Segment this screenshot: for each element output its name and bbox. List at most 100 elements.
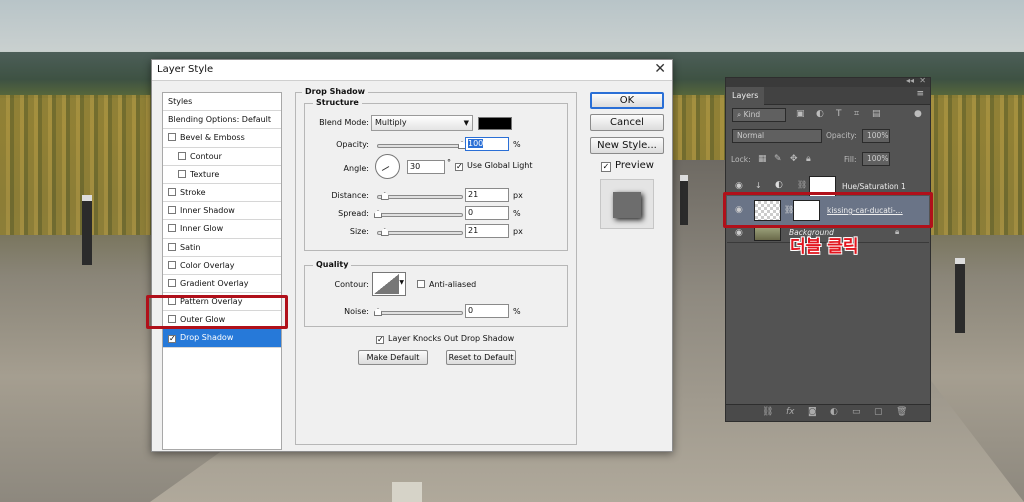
checkbox-icon[interactable] — [168, 187, 176, 196]
blend-mode-label: Blend Mode: — [319, 118, 369, 127]
spread-label: Spread: — [338, 209, 369, 218]
style-item-inner-glow[interactable]: Inner Glow — [163, 220, 281, 239]
knockout-checkbox[interactable]: ✓ Layer Knocks Out Drop Shadow — [376, 334, 514, 344]
opacity-value: 100 — [468, 139, 484, 148]
style-item-drop-shadow[interactable]: ✓ Drop Shadow — [163, 329, 281, 348]
kind-filter-select[interactable]: ⌕ Kind — [732, 108, 786, 122]
make-default-button[interactable]: Make Default — [358, 350, 428, 365]
checkbox-icon[interactable] — [178, 151, 186, 160]
reset-to-default-button[interactable]: Reset to Default — [446, 350, 516, 365]
filter-pixel-icon[interactable]: ▣ — [796, 109, 805, 119]
chevron-down-icon: ▼ — [463, 119, 469, 127]
noise-label: Noise: — [344, 307, 369, 316]
spread-slider[interactable] — [374, 210, 463, 218]
noise-slider[interactable] — [374, 308, 463, 316]
lane-marking — [392, 482, 422, 502]
styles-list: Styles Blending Options: Default Bevel &… — [162, 92, 282, 450]
blending-options-item[interactable]: Blending Options: Default — [163, 111, 281, 130]
layer-name[interactable]: Hue/Saturation 1 — [842, 182, 906, 191]
filter-smart-object-icon[interactable]: ▤ — [872, 109, 881, 119]
ok-button[interactable]: OK — [590, 92, 664, 109]
lock-position-icon[interactable]: ✥ — [790, 154, 798, 164]
blend-mode-dropdown[interactable]: Normal — [732, 129, 822, 143]
angle-dial[interactable] — [375, 154, 400, 179]
preview-checkbox[interactable]: ✓ Preview — [601, 160, 654, 172]
fill-input[interactable]: 100% — [862, 152, 890, 166]
checkbox-icon[interactable] — [168, 133, 176, 142]
slider-handle[interactable] — [380, 228, 389, 236]
shadow-color-swatch[interactable] — [478, 117, 512, 130]
lock-all-icon[interactable]: 🔒︎ — [806, 154, 811, 164]
checkbox-checked-icon[interactable]: ✓ — [168, 335, 176, 344]
delete-layer-icon[interactable]: 🗑︎ — [896, 407, 907, 417]
noise-input[interactable]: 0 — [465, 304, 509, 318]
filter-type-icon[interactable]: T — [836, 109, 842, 119]
slider-handle[interactable] — [374, 308, 382, 316]
filter-adjustment-icon[interactable]: ◐ — [816, 109, 824, 119]
checkbox-icon[interactable] — [417, 280, 425, 288]
highlight-box-layer — [723, 192, 933, 228]
anti-aliased-checkbox[interactable]: Anti-aliased — [417, 280, 476, 289]
styles-header[interactable]: Styles — [163, 93, 281, 112]
link-layers-icon[interactable]: ⛓︎ — [762, 407, 773, 417]
checkbox-icon[interactable] — [168, 206, 176, 215]
style-item-stroke[interactable]: Stroke — [163, 184, 281, 203]
slider-handle[interactable] — [380, 192, 389, 200]
filter-shape-icon[interactable]: ⌗ — [854, 109, 859, 119]
adjustment-layer-icon: ◐ — [775, 180, 783, 190]
distance-slider[interactable] — [377, 192, 463, 200]
style-item-texture[interactable]: Texture — [163, 166, 281, 184]
checkbox-icon[interactable] — [168, 260, 176, 269]
blend-mode-select[interactable]: Multiply ▼ — [371, 115, 473, 131]
new-layer-icon[interactable]: ▢ — [874, 407, 883, 417]
style-item-color-overlay[interactable]: Color Overlay — [163, 257, 281, 275]
size-input[interactable]: 21 — [465, 224, 509, 238]
filter-toggle-icon[interactable]: ● — [914, 109, 922, 119]
checkbox-icon[interactable] — [168, 224, 176, 233]
lock-image-icon[interactable]: ✎ — [774, 154, 782, 164]
chevron-down-icon: ▼ — [399, 279, 404, 286]
close-icon[interactable]: ✕ — [654, 61, 666, 77]
new-style-button[interactable]: New Style... — [590, 137, 664, 154]
angle-unit: ° — [447, 158, 451, 167]
slider-handle[interactable] — [374, 210, 382, 218]
checkbox-icon[interactable] — [178, 169, 186, 178]
collapse-icon[interactable]: ◂◂ — [906, 76, 914, 85]
new-adjustment-icon[interactable]: ◐ — [830, 407, 838, 417]
size-slider[interactable] — [377, 228, 463, 236]
style-item-label: Inner Shadow — [180, 206, 235, 216]
distance-input[interactable]: 21 — [465, 188, 509, 202]
contour-picker[interactable]: ▼ — [372, 272, 406, 296]
tab-layers[interactable]: Layers — [726, 87, 765, 105]
use-global-light-checkbox[interactable]: ✓ Use Global Light — [455, 161, 533, 171]
checkbox-icon[interactable] — [168, 242, 176, 251]
checkbox-icon[interactable] — [168, 278, 176, 287]
style-item-bevel-emboss[interactable]: Bevel & Emboss — [163, 129, 281, 148]
section-title: Drop Shadow — [302, 87, 369, 96]
opacity-label: Opacity: — [336, 140, 369, 149]
checkbox-checked-icon[interactable]: ✓ — [376, 336, 384, 344]
add-mask-icon[interactable]: ◙ — [808, 407, 817, 417]
checkbox-checked-icon[interactable]: ✓ — [601, 162, 611, 172]
checkbox-checked-icon[interactable]: ✓ — [455, 163, 463, 171]
cancel-button[interactable]: Cancel — [590, 114, 664, 131]
style-item-label: Texture — [190, 169, 220, 179]
close-icon[interactable]: ✕ — [919, 76, 926, 85]
visibility-eye-icon[interactable]: ◉ — [735, 181, 743, 191]
opacity-input[interactable]: 100 — [465, 137, 509, 151]
opacity-unit: % — [513, 140, 521, 149]
lock-transparent-icon[interactable]: ▦ — [758, 154, 767, 164]
panel-menu-icon[interactable]: ≡ — [916, 89, 924, 99]
layer-opacity-input[interactable]: 100% — [862, 129, 890, 143]
style-item-contour[interactable]: Contour — [163, 148, 281, 166]
road-post — [82, 195, 92, 265]
opacity-slider[interactable] — [377, 141, 466, 149]
new-group-icon[interactable]: ▭ — [852, 407, 861, 417]
spread-input[interactable]: 0 — [465, 206, 509, 220]
angle-input[interactable]: 30 — [407, 160, 445, 174]
style-item-gradient-overlay[interactable]: Gradient Overlay — [163, 275, 281, 294]
style-item-inner-shadow[interactable]: Inner Shadow — [163, 202, 281, 221]
fx-icon[interactable]: fx — [786, 407, 795, 417]
visibility-eye-icon[interactable]: ◉ — [735, 228, 743, 238]
style-item-satin[interactable]: Satin — [163, 239, 281, 257]
